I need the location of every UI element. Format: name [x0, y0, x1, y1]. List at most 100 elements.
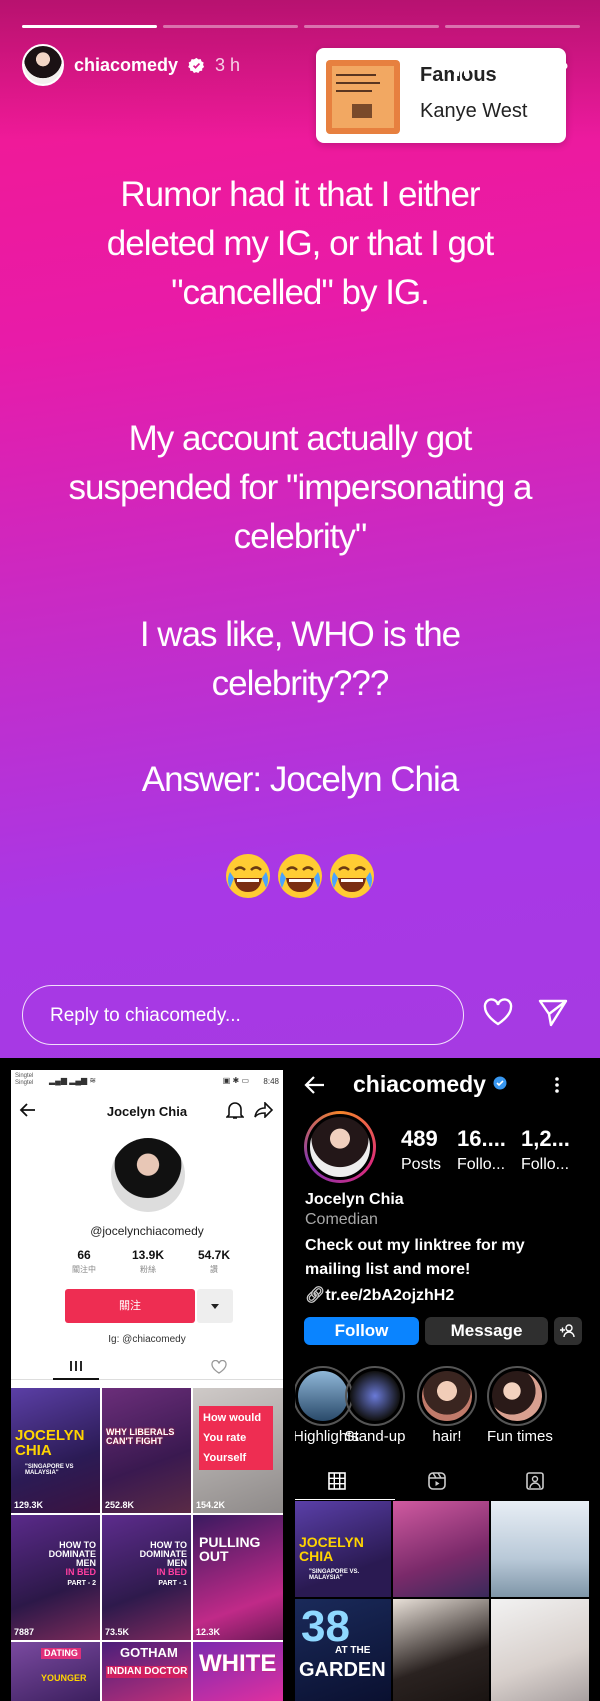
grid-icon[interactable]: [327, 1471, 347, 1491]
battery-icon: ▣ ✱ ▭: [222, 1076, 249, 1085]
videos-grid-icon[interactable]: [69, 1360, 83, 1372]
highlight-label: Fun times: [487, 1428, 553, 1445]
screenshot-root: chiacomedy 3 h Famous Kanye West: [0, 0, 600, 1701]
view-count: 73.5K: [105, 1627, 130, 1637]
album-art: [326, 60, 400, 134]
video-tile[interactable]: How would You rate Yourself 154.2K: [193, 1388, 283, 1513]
highlight-label: Stand-up: [344, 1428, 406, 1445]
story-line: Answer: Jocelyn Chia: [141, 760, 460, 799]
laughing-emoji-icon: [226, 854, 270, 898]
post-tile[interactable]: [491, 1599, 589, 1701]
stat-likes[interactable]: 54.7K 讚: [179, 1248, 249, 1275]
story-text-block-4: Answer: Jocelyn Chia: [20, 755, 580, 804]
status-time: 8:48: [263, 1077, 279, 1086]
highlight-circle[interactable]: [417, 1366, 477, 1426]
post-tile[interactable]: JOCELYN CHIA "SINGAPORE VS. MALAYSIA": [295, 1501, 391, 1597]
profile-category: Comedian: [305, 1211, 378, 1228]
highlight-label: hair!: [432, 1428, 462, 1445]
signal-icon: ▂▄▆ ▂▄▆ ≋: [49, 1076, 97, 1085]
video-tile[interactable]: PULLING OUT 12.3K: [193, 1515, 283, 1640]
video-tile[interactable]: JOCELYN CHIA "SINGAPORE VS MALAYSIA" 129.…: [11, 1388, 100, 1513]
story-line: "cancelled" by IG.: [171, 273, 430, 312]
send-icon[interactable]: [537, 997, 569, 1027]
back-icon[interactable]: [304, 1075, 326, 1095]
instagram-story[interactable]: chiacomedy 3 h Famous Kanye West: [0, 0, 600, 1058]
progress-segment: [304, 25, 439, 28]
follow-button[interactable]: 關注: [65, 1289, 195, 1323]
stat-following[interactable]: 1,2... Follo...: [521, 1126, 570, 1174]
stat-following[interactable]: 66 關注中: [49, 1248, 119, 1275]
post-tile[interactable]: [393, 1599, 489, 1701]
bell-icon[interactable]: [226, 1100, 244, 1120]
post-tile[interactable]: 38 AT THE GARDEN: [295, 1599, 391, 1701]
profile-avatar[interactable]: [111, 1138, 185, 1212]
post-tile[interactable]: [393, 1501, 489, 1597]
laughing-emoji-icon: [278, 854, 322, 898]
progress-segment: [163, 25, 298, 28]
verified-icon: [493, 1076, 507, 1090]
story-text-block-1: Rumor had it that I either deleted my IG…: [20, 170, 580, 317]
more-icon[interactable]: [540, 62, 568, 70]
reels-icon[interactable]: [427, 1471, 447, 1491]
music-sticker[interactable]: Famous Kanye West: [316, 48, 566, 143]
story-text-block-2: My account actually got suspended for "i…: [20, 414, 580, 561]
progress-segment: [445, 25, 580, 28]
highlight-circle[interactable]: [487, 1366, 547, 1426]
add-user-icon: [560, 1324, 575, 1338]
highlight-circle[interactable]: [345, 1366, 405, 1426]
view-count: 7887: [14, 1627, 35, 1637]
more-options-button[interactable]: [197, 1289, 233, 1323]
story-line: suspended for "impersonating a: [68, 468, 532, 507]
message-button[interactable]: Message: [425, 1317, 548, 1345]
reply-input[interactable]: Reply to chiacomedy...: [22, 985, 464, 1045]
post-tile[interactable]: [491, 1501, 589, 1597]
view-count: 129.3K: [14, 1500, 44, 1510]
carrier-labels: Singtel Singtel: [15, 1073, 34, 1086]
stat-followers[interactable]: 13.9K 粉絲: [113, 1248, 183, 1275]
follow-button[interactable]: Follow: [304, 1317, 419, 1345]
tiktok-profile-screenshot: Singtel Singtel ▂▄▆ ▂▄▆ ≋ ▣ ✱ ▭ 8:48 Joc…: [11, 1070, 283, 1701]
liked-videos-icon[interactable]: [211, 1360, 227, 1374]
bio-link[interactable]: 🔗︎tr.ee/2bA2ojzhH2: [305, 1285, 454, 1305]
stat-posts[interactable]: 489 Posts: [401, 1126, 441, 1174]
pause-icon[interactable]: [452, 54, 472, 78]
heart-icon[interactable]: [482, 997, 514, 1027]
profile-name: Jocelyn Chia: [305, 1191, 404, 1208]
video-tile[interactable]: GOTHAM INDIAN DOCTOR: [102, 1642, 191, 1701]
view-count: 12.3K: [196, 1627, 221, 1637]
active-tab-indicator: [295, 1499, 395, 1500]
reply-placeholder: Reply to chiacomedy...: [50, 1005, 241, 1026]
video-tile[interactable]: WHY LIBERALS CAN'T FIGHT 252.8K: [102, 1388, 191, 1513]
bio-line: Check out my linktree for my: [305, 1237, 525, 1254]
video-tile[interactable]: HOW TO DOMINATE MEN IN BED PART - 2 7887: [11, 1515, 100, 1640]
video-tile[interactable]: WHITE: [193, 1642, 283, 1701]
add-user-button[interactable]: [554, 1317, 582, 1345]
muted-icon[interactable]: [492, 54, 518, 78]
link-icon: 🔗︎: [305, 1287, 326, 1304]
story-line: celebrity???: [211, 664, 390, 703]
profile-tabs: [11, 1352, 283, 1380]
story-username[interactable]: chiacomedy: [74, 55, 178, 76]
video-tile[interactable]: DATING YOUNGER: [11, 1642, 100, 1701]
story-avatar[interactable]: [22, 44, 64, 86]
video-tile[interactable]: HOW TO DOMINATE MEN IN BED PART - 1 73.5K: [102, 1515, 191, 1640]
profile-avatar[interactable]: [304, 1111, 376, 1183]
stat-followers[interactable]: 16.... Follo...: [457, 1126, 506, 1174]
laughing-emoji-icon: [330, 854, 374, 898]
tagged-icon[interactable]: [525, 1471, 545, 1491]
share-icon[interactable]: [254, 1102, 274, 1118]
caret-down-icon: [211, 1304, 219, 1309]
profile-bio: Ig: @chiacomedy: [108, 1334, 186, 1345]
emoji-row: [0, 852, 600, 900]
story-text-block-3: I was like, WHO is the celebrity???: [20, 610, 580, 708]
instagram-profile-screenshot: chiacomedy 489 Posts 16.... Follo... 1,2…: [295, 1063, 600, 1701]
profile-handle: @jocelynchiacomedy: [90, 1224, 204, 1238]
story-line: Rumor had it that I either: [120, 175, 480, 214]
bio-line: mailing list and more!: [305, 1261, 471, 1278]
profile-username: chiacomedy: [353, 1071, 486, 1097]
more-icon[interactable]: [554, 1075, 560, 1095]
song-artist: Kanye West: [420, 100, 528, 122]
story-line: deleted my IG, or that I got: [106, 224, 494, 263]
progress-segment: [22, 25, 157, 28]
story-line: My account actually got: [128, 419, 473, 458]
